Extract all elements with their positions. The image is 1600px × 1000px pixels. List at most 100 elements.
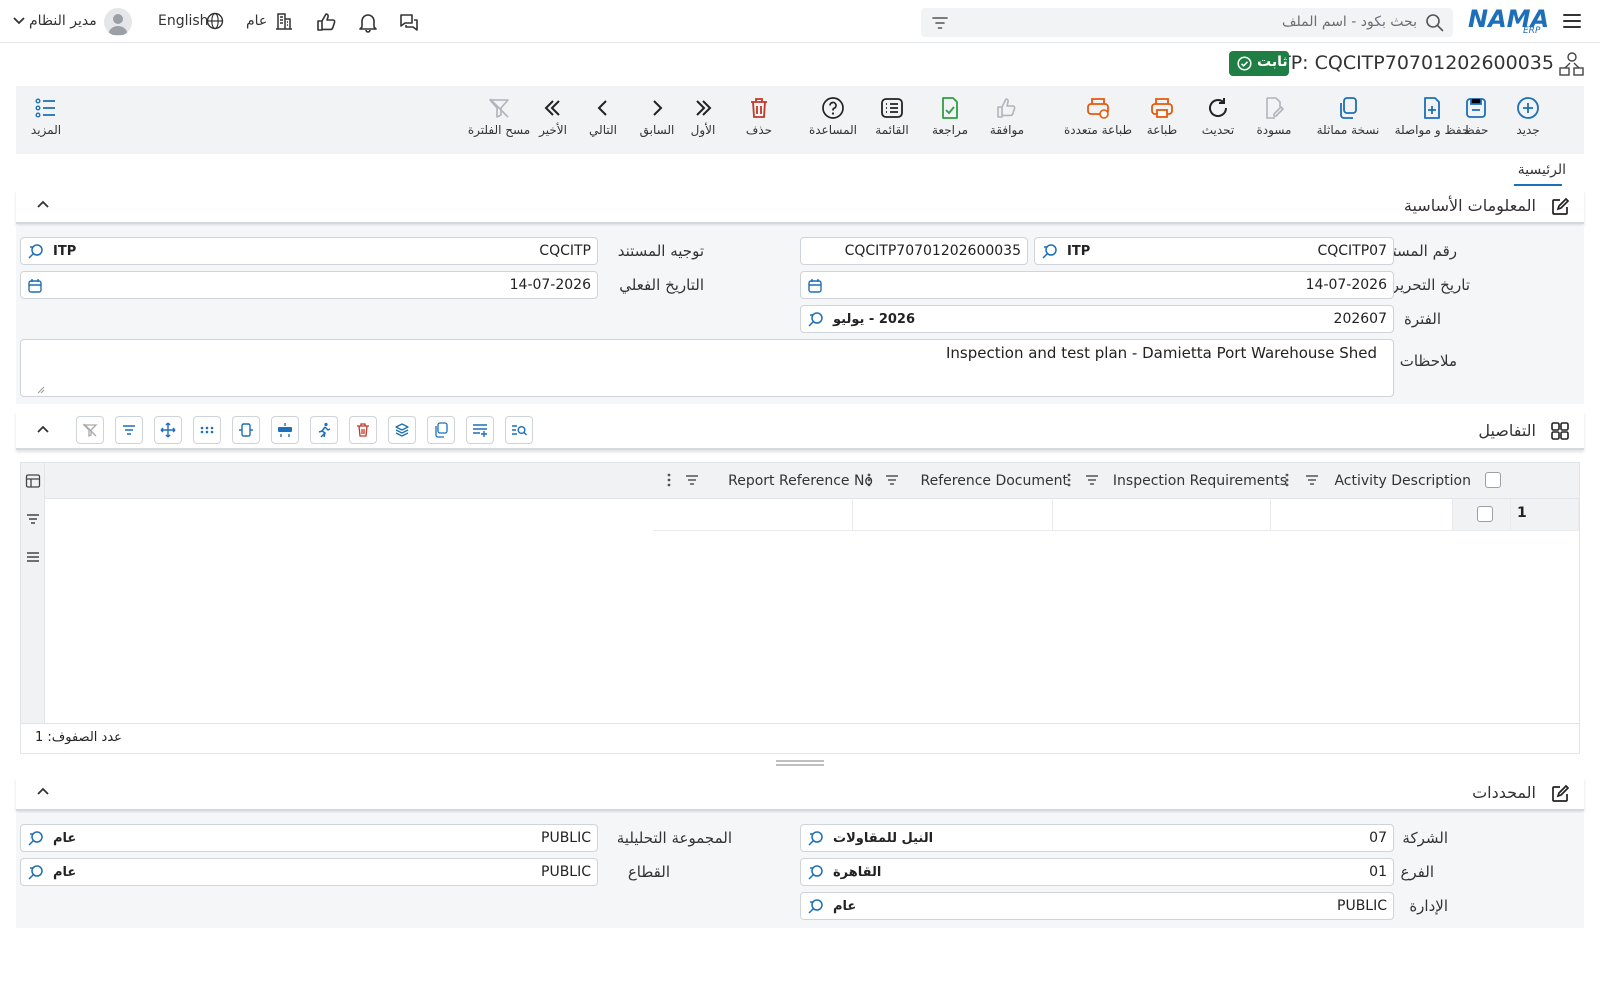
search-lookup-icon[interactable] xyxy=(807,898,825,916)
column-menu-icon[interactable] xyxy=(667,472,671,488)
cell-report-reference-no[interactable] xyxy=(653,499,853,531)
details-grid: Activity Description Inspection Requirem… xyxy=(20,462,1580,754)
calendar-icon[interactable] xyxy=(27,278,43,294)
refresh-button[interactable]: تحديث xyxy=(1196,86,1240,154)
row-checkbox[interactable] xyxy=(1477,506,1493,522)
duplicate-button[interactable]: نسخة مماثلة xyxy=(1312,86,1384,154)
company-building-icon[interactable] xyxy=(274,11,294,31)
next-record-button[interactable]: التالي xyxy=(584,86,622,154)
grid-layers-button[interactable] xyxy=(388,416,416,444)
new-button[interactable]: جديد xyxy=(1508,86,1548,154)
search-lookup-icon[interactable] xyxy=(27,864,45,882)
dimensions-section-header[interactable]: المحددات xyxy=(16,777,1584,811)
grid-search-button[interactable] xyxy=(505,416,533,444)
print-button[interactable]: طباعة xyxy=(1140,86,1184,154)
search-lookup-icon[interactable] xyxy=(27,830,45,848)
company-field[interactable]: 07 النيل للمقاولات xyxy=(800,824,1394,852)
search-lookup-icon[interactable] xyxy=(27,243,45,261)
grid-run-button[interactable] xyxy=(310,416,338,444)
column-header-inspection-requirements[interactable]: Inspection Requirements xyxy=(1113,473,1287,489)
approve-button[interactable]: موافقة xyxy=(984,86,1030,154)
department-field[interactable]: PUBLIC عام xyxy=(800,892,1394,920)
columns-table-icon[interactable] xyxy=(25,473,41,489)
doc-number-prefix-field[interactable]: CQCITP07 ITP xyxy=(1034,237,1394,265)
menu-lines-icon[interactable] xyxy=(25,549,41,565)
chat-icon[interactable] xyxy=(398,11,420,33)
column-filter-icon[interactable] xyxy=(1085,473,1099,487)
grid-fit-button[interactable] xyxy=(232,416,260,444)
basic-info-section-header[interactable]: المعلومات الأساسية xyxy=(16,190,1584,224)
actual-date-field[interactable]: 14-07-2026 xyxy=(20,271,598,299)
hamburger-menu-icon[interactable] xyxy=(1562,11,1582,31)
document-tree-icon[interactable] xyxy=(1556,50,1584,78)
resize-handle-icon[interactable] xyxy=(37,386,45,394)
search-lookup-icon[interactable] xyxy=(807,830,825,848)
direction-field[interactable]: CQCITP ITP xyxy=(20,237,598,265)
cell-inspection-requirements[interactable] xyxy=(1053,499,1271,531)
column-filter-icon[interactable] xyxy=(885,473,899,487)
grid-dots-button[interactable] xyxy=(193,416,221,444)
sector-field[interactable]: PUBLIC عام xyxy=(20,858,598,886)
grid-add-line-button[interactable] xyxy=(466,416,494,444)
collapse-chevron-up-icon[interactable] xyxy=(36,424,50,434)
user-avatar[interactable] xyxy=(104,8,132,36)
language-switcher[interactable]: English xyxy=(158,13,209,29)
previous-record-button[interactable]: السابق xyxy=(638,86,676,154)
column-header-reference-document[interactable]: Reference Document xyxy=(921,473,1068,489)
clear-filter-button[interactable]: مسح الفلترة xyxy=(468,86,530,154)
user-name[interactable]: مدير النظام xyxy=(29,13,97,29)
collapse-chevron-up-icon[interactable] xyxy=(36,199,50,209)
cell-activity-description[interactable] xyxy=(1271,499,1453,531)
row-checkbox-cell[interactable] xyxy=(1453,499,1511,531)
search-lookup-icon[interactable] xyxy=(807,864,825,882)
search-lookup-icon[interactable] xyxy=(807,311,825,329)
list-button[interactable]: القائمة xyxy=(870,86,914,154)
splitter-handle[interactable] xyxy=(776,760,824,766)
company-scope-label[interactable]: عام xyxy=(246,13,267,29)
multi-print-button[interactable]: طباعة متعددة xyxy=(1052,86,1144,154)
approve-label: موافقة xyxy=(989,123,1025,137)
period-field[interactable]: 202607 2026 - يوليو xyxy=(800,305,1394,333)
nama-erp-logo[interactable]: NAMA ERP xyxy=(1468,5,1553,37)
cell-reference-document[interactable] xyxy=(853,499,1053,531)
calendar-icon[interactable] xyxy=(807,278,823,294)
grid-copy-button[interactable] xyxy=(427,416,455,444)
company-code-value: 07 xyxy=(1369,830,1387,846)
branch-field[interactable]: 01 القاهرة xyxy=(800,858,1394,886)
grid-move-button[interactable] xyxy=(154,416,182,444)
thumbs-up-icon[interactable] xyxy=(315,11,337,33)
delete-button[interactable]: حذف xyxy=(740,86,778,154)
grid-insert-row-button[interactable] xyxy=(271,416,299,444)
analytic-group-field[interactable]: PUBLIC عام xyxy=(20,824,598,852)
globe-icon[interactable] xyxy=(206,12,224,30)
column-filter-icon[interactable] xyxy=(685,473,699,487)
tab-main[interactable]: الرئيسية xyxy=(1518,162,1566,178)
grid-filter-button[interactable] xyxy=(115,416,143,444)
last-record-button[interactable]: الأخير xyxy=(534,86,572,154)
notifications-bell-icon[interactable] xyxy=(357,11,379,33)
column-filter-icon[interactable] xyxy=(1305,473,1319,487)
save-continue-button[interactable]: حفظ و مواصلة xyxy=(1390,86,1474,154)
filter-icon[interactable] xyxy=(931,15,949,31)
grid-delete-button[interactable] xyxy=(349,416,377,444)
first-record-button[interactable]: الأول xyxy=(684,86,722,154)
grid-clear-filter-button[interactable] xyxy=(76,416,104,444)
filter-lines-icon[interactable] xyxy=(25,511,41,527)
search-lookup-icon[interactable] xyxy=(1041,243,1059,261)
column-header-report-reference-no[interactable]: Report Reference No xyxy=(728,473,873,489)
doc-number-full-field[interactable]: CQCITP70701202600035 xyxy=(800,237,1028,265)
search-input[interactable]: بحث بكود - اسم الملف xyxy=(921,8,1453,37)
draft-button[interactable]: مسودة xyxy=(1252,86,1296,154)
collapse-chevron-up-icon[interactable] xyxy=(36,786,50,796)
help-button[interactable]: المساعدة xyxy=(804,86,862,154)
column-header-activity-description[interactable]: Activity Description xyxy=(1334,473,1471,489)
department-name-tag: عام xyxy=(833,899,857,914)
review-button[interactable]: مراجعة xyxy=(928,86,972,154)
edit-date-field[interactable]: 14-07-2026 xyxy=(800,271,1394,299)
notes-textarea[interactable]: Inspection and test plan - Damietta Port… xyxy=(20,339,1394,397)
more-button[interactable]: المزيد xyxy=(26,86,66,154)
select-all-checkbox[interactable] xyxy=(1485,472,1501,488)
chevron-down-icon[interactable] xyxy=(12,16,26,26)
refresh-label: تحديث xyxy=(1201,123,1235,137)
table-row[interactable]: 1 xyxy=(45,499,1579,531)
